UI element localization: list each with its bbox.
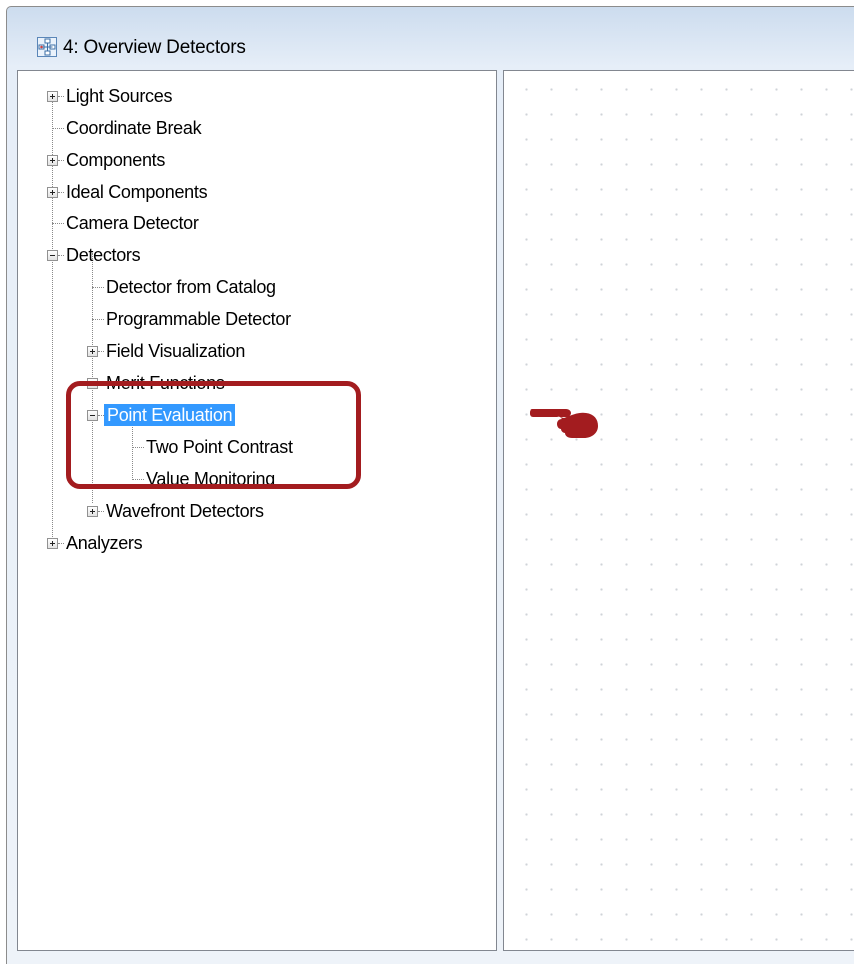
window-title: 4: Overview Detectors: [63, 37, 246, 58]
tree-label-programmable-detector: Programmable Detector: [106, 309, 291, 329]
tree-connector: [98, 351, 104, 352]
tree-label-wavefront-detectors: Wavefront Detectors: [106, 501, 264, 521]
tree-label-camera-detector: Camera Detector: [66, 213, 199, 233]
tree-connector: [98, 511, 104, 512]
tree-item-components[interactable]: Components: [18, 145, 488, 175]
tree-label-coordinate-break: Coordinate Break: [66, 118, 202, 138]
tree-item-ideal-components[interactable]: Ideal Components: [18, 177, 488, 207]
expand-icon[interactable]: [47, 91, 58, 102]
tree-label-analyzers: Analyzers: [66, 533, 143, 553]
tree-label-ideal-components: Ideal Components: [66, 182, 208, 202]
tree-connector: [58, 192, 64, 193]
tree-view[interactable]: Light Sources Coordinate Break Component…: [17, 70, 497, 951]
tree-item-field-visualization[interactable]: Field Visualization: [18, 336, 488, 366]
tree-item-light-sources[interactable]: Light Sources: [18, 81, 488, 111]
tree-connector: [52, 128, 64, 129]
tree-connector: [92, 287, 104, 288]
tree-connector: [92, 319, 104, 320]
tree-item-wavefront-detectors[interactable]: Wavefront Detectors: [18, 496, 488, 526]
window-titlebar[interactable]: 4: Overview Detectors: [7, 7, 854, 63]
expand-icon[interactable]: [87, 506, 98, 517]
tree-connector: [58, 543, 64, 544]
collapse-icon[interactable]: [47, 250, 58, 261]
expand-icon[interactable]: [47, 538, 58, 549]
tree-connector: [58, 160, 64, 161]
tree-label-detectors: Detectors: [66, 245, 141, 265]
overview-network-icon: [37, 37, 57, 57]
system-canvas[interactable]: [503, 70, 854, 951]
tree-label-field-visualization: Field Visualization: [106, 341, 246, 361]
tree-item-coordinate-break[interactable]: Coordinate Break: [18, 113, 488, 143]
tree-item-detectors[interactable]: Detectors: [18, 240, 488, 270]
tree-connector: [52, 223, 64, 224]
tree-item-detector-from-catalog[interactable]: Detector from Catalog: [18, 272, 488, 302]
expand-icon[interactable]: [47, 155, 58, 166]
tree-item-programmable-detector[interactable]: Programmable Detector: [18, 304, 488, 334]
expand-icon[interactable]: [47, 187, 58, 198]
tree-connector: [58, 255, 64, 256]
tree-item-analyzers[interactable]: Analyzers: [18, 528, 488, 558]
tree-label-detector-from-catalog: Detector from Catalog: [106, 277, 276, 297]
tree-label-light-sources: Light Sources: [66, 86, 173, 106]
tree-item-camera-detector[interactable]: Camera Detector: [18, 208, 488, 238]
highlight-annotation-box: [66, 381, 361, 489]
expand-icon[interactable]: [87, 346, 98, 357]
pointing-hand-icon: [528, 400, 600, 440]
tree-connector: [58, 96, 64, 97]
tree-label-components: Components: [66, 150, 166, 170]
